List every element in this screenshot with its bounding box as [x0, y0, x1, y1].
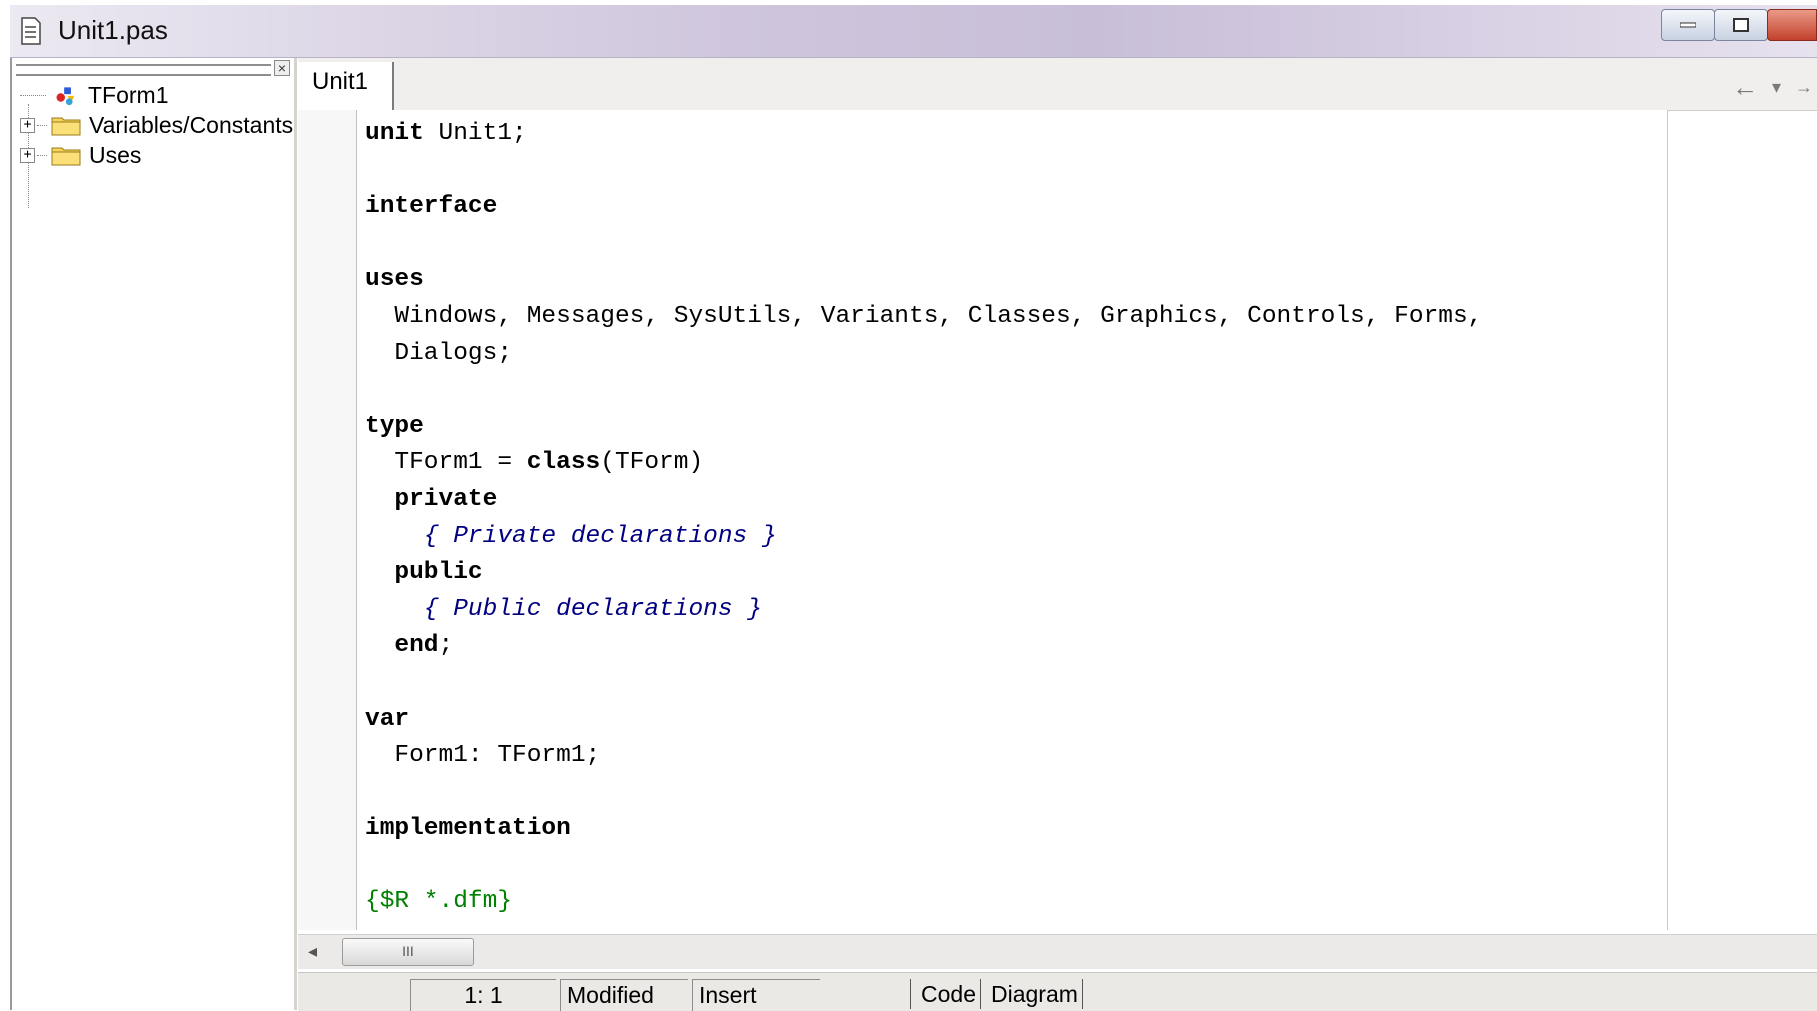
- maximize-button[interactable]: [1714, 9, 1768, 41]
- scrollbar-thumb[interactable]: III: [342, 938, 474, 966]
- insert-mode-status: Insert: [692, 979, 820, 1011]
- window-title: Unit1.pas: [58, 15, 168, 45]
- tree-item-variables-constants[interactable]: + Variables/Constants: [20, 110, 293, 140]
- tree-connector: [37, 124, 47, 126]
- tab-unit1[interactable]: Unit1: [298, 62, 395, 110]
- status-bar: 1: 1 Modified Insert Code Diagram: [298, 972, 1817, 1011]
- tree-item-label: Uses: [89, 141, 142, 168]
- cursor-position: 1: 1: [410, 979, 556, 1011]
- folder-icon: [51, 147, 81, 166]
- title-bar: Unit1.pas: [10, 5, 1817, 58]
- editor-gutter[interactable]: [298, 110, 357, 930]
- window-controls: [1661, 9, 1817, 41]
- view-tabs: Code Diagram: [910, 979, 1089, 1009]
- form-components-icon: [56, 87, 75, 106]
- minimize-icon: [1680, 22, 1696, 28]
- tree-item-label: TForm1: [88, 81, 169, 108]
- scroll-left-icon[interactable]: ◂: [308, 941, 317, 962]
- back-arrow-icon[interactable]: ←: [1732, 72, 1758, 103]
- tree-connector: [37, 154, 47, 156]
- tree-item-tform1[interactable]: TForm1: [20, 80, 169, 110]
- minimize-button[interactable]: [1661, 9, 1715, 41]
- maximize-icon: [1733, 18, 1749, 32]
- tree-item-label: Variables/Constants: [89, 111, 294, 138]
- code-editor[interactable]: unit Unit1; interface uses Windows, Mess…: [357, 110, 1668, 930]
- expand-icon[interactable]: +: [20, 117, 35, 133]
- structure-panel: × TForm1 + Variables/Constants + Uses: [10, 58, 297, 1010]
- code-text[interactable]: unit Unit1; interface uses Windows, Mess…: [365, 116, 1482, 921]
- forward-arrow-icon[interactable]: →: [1795, 72, 1813, 103]
- tree-item-uses[interactable]: + Uses: [20, 140, 141, 170]
- tab-diagram[interactable]: Diagram: [979, 979, 1082, 1009]
- dropdown-arrow-icon[interactable]: ▾: [1772, 72, 1781, 103]
- navigation-arrows: ← ▾ →: [1732, 72, 1813, 103]
- tree-connector: [20, 94, 46, 96]
- editor-tab-bar: Unit1 ← ▾ →: [298, 58, 1817, 111]
- expand-icon[interactable]: +: [20, 147, 35, 163]
- folder-icon: [51, 117, 81, 136]
- close-button[interactable]: [1767, 9, 1817, 41]
- modified-status: Modified: [560, 979, 688, 1011]
- panel-close-icon[interactable]: ×: [274, 60, 290, 76]
- panel-grip[interactable]: [16, 64, 271, 76]
- horizontal-scrollbar[interactable]: ◂ III: [298, 934, 1817, 969]
- tab-divider: [1081, 979, 1089, 1009]
- tab-code[interactable]: Code: [910, 979, 980, 1009]
- document-icon: [21, 17, 41, 45]
